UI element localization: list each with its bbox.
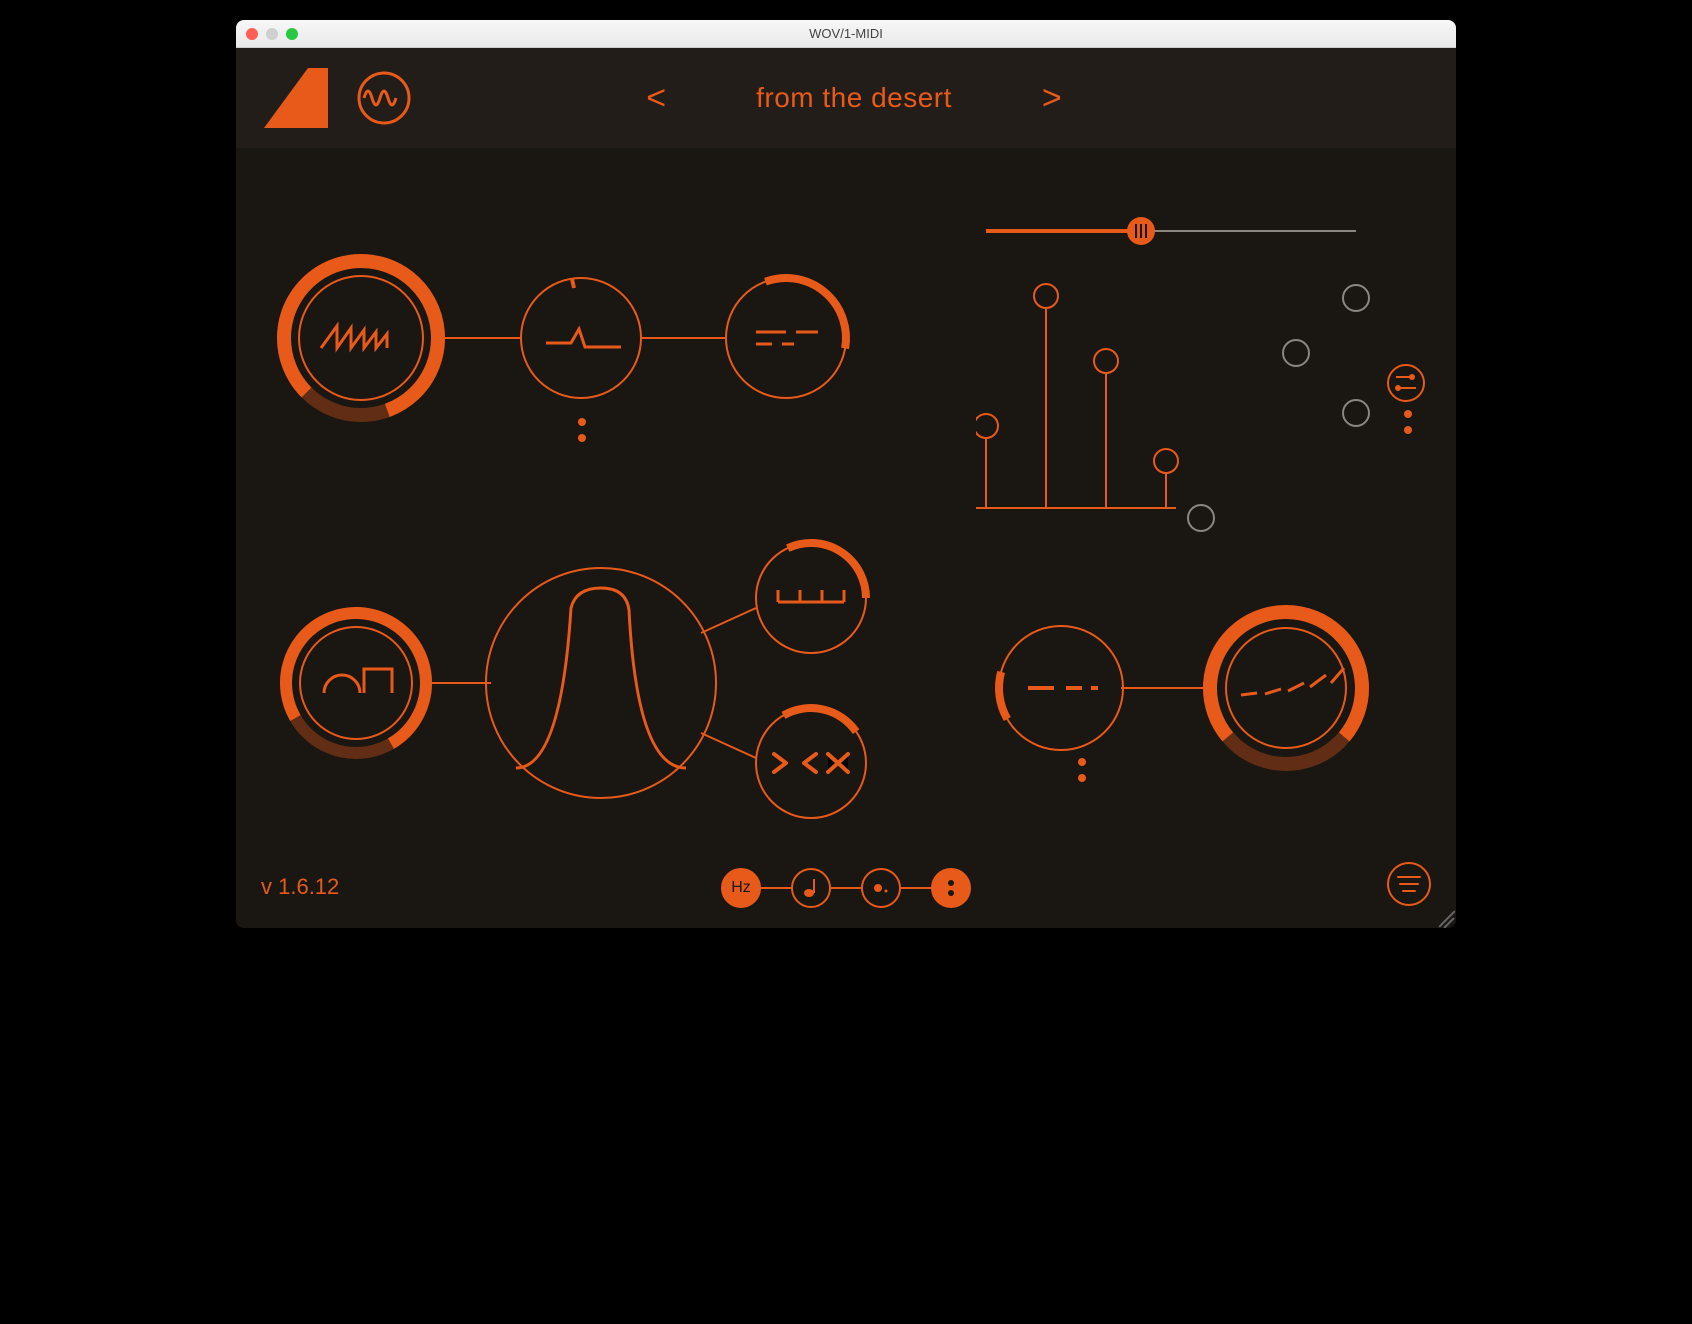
dash-knob[interactable] (726, 278, 846, 398)
preset-prev-button[interactable]: < (646, 79, 666, 118)
mix-slider[interactable] (986, 216, 1356, 246)
arc-square-icon (324, 669, 392, 693)
bottom-bar: Hz (236, 848, 1456, 928)
titlebar: WOV/1-MIDI (236, 20, 1456, 48)
wave-knob[interactable] (284, 261, 438, 415)
direction-knob[interactable] (756, 708, 866, 818)
resize-grip-icon[interactable] (1436, 908, 1454, 926)
sync-mode-row: Hz (721, 868, 971, 908)
envelope-cluster (266, 538, 916, 828)
mode-link-icon (761, 887, 791, 889)
mode-hz-button[interactable]: Hz (721, 868, 761, 908)
mode-dot-button[interactable] (861, 868, 901, 908)
main-canvas (236, 148, 1456, 848)
patch-node-icon[interactable] (1386, 363, 1426, 403)
preset-bar: < from the desert > (432, 79, 1276, 118)
gate-knob[interactable] (999, 626, 1123, 750)
shape-knob-options-icon[interactable] (578, 418, 586, 442)
menu-button[interactable] (1387, 862, 1431, 906)
menu-line-icon (1402, 890, 1416, 892)
dotted-icon (873, 883, 889, 893)
mode-note-button[interactable] (791, 868, 831, 908)
menu-line-icon (1397, 876, 1421, 878)
output-pair (976, 588, 1396, 788)
waveform-icon[interactable] (356, 70, 412, 126)
mode-link-icon (831, 887, 861, 889)
menu-line-icon (1399, 883, 1419, 885)
sequencer[interactable] (976, 268, 1396, 538)
envelope-display[interactable] (486, 568, 716, 798)
window-title: WOV/1-MIDI (236, 26, 1456, 41)
arrows-inout-icon (774, 754, 848, 772)
note-icon (802, 878, 820, 898)
ramp-knob[interactable] (1210, 612, 1362, 764)
shape-knob[interactable] (521, 278, 641, 398)
gate-knob-options-icon[interactable] (1078, 758, 1086, 782)
patch-node-options-icon[interactable] (1404, 410, 1412, 434)
division-knob[interactable] (756, 543, 866, 653)
preset-next-button[interactable]: > (1042, 79, 1062, 118)
ramp-5-icon (1241, 668, 1344, 695)
plugin-body: < from the desert > (236, 48, 1456, 928)
ratio-icon (946, 879, 956, 897)
curve-env-icon (516, 588, 686, 768)
preset-name[interactable]: from the desert (756, 82, 952, 114)
type-knob[interactable] (286, 613, 426, 753)
hz-icon: Hz (731, 879, 751, 897)
brand-logo-icon[interactable] (256, 64, 336, 132)
top-knob-row (266, 248, 906, 448)
header: < from the desert > (236, 48, 1456, 148)
tick-down-icon (778, 590, 844, 602)
mode-link-icon (901, 887, 931, 889)
app-window: WOV/1-MIDI < from the desert > (236, 20, 1456, 928)
double-dash-icon (756, 332, 818, 344)
pulse-tiny-icon (546, 329, 621, 347)
saw-multi-icon (321, 326, 387, 348)
mode-ratio-button[interactable] (931, 868, 971, 908)
